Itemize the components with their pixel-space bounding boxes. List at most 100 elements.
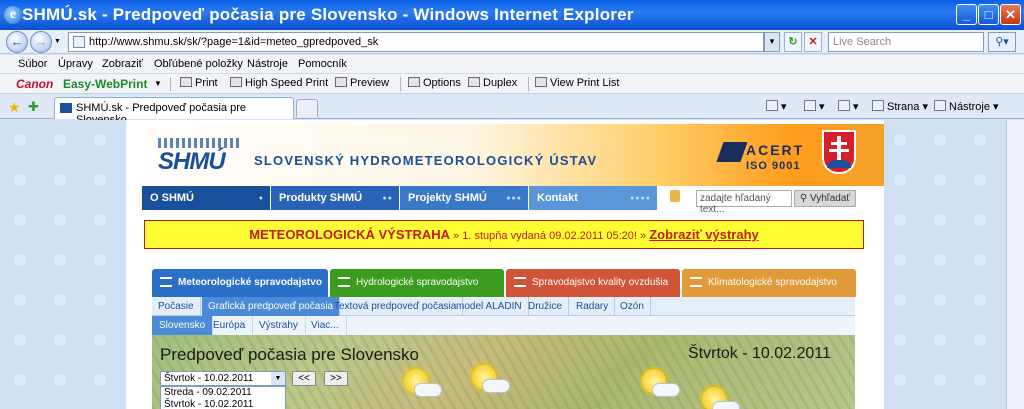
tab-klimatologicke[interactable]: Klimatologické spravodajstvo bbox=[682, 269, 856, 297]
subnav-region: Slovensko Európa Výstrahy Viac... bbox=[152, 316, 855, 335]
subnav-aladin[interactable]: model ALADIN bbox=[450, 297, 529, 316]
nav-o-shmu[interactable]: O SHMÚ ● bbox=[142, 186, 270, 210]
subnav-pocasie[interactable]: Počasie bbox=[152, 297, 201, 316]
region-europa[interactable]: Európa bbox=[206, 316, 254, 335]
tab-kvalita-ovzdusia[interactable]: Spravodajstvo kvality ovzdušia bbox=[506, 269, 680, 297]
new-tab-button[interactable] bbox=[296, 99, 318, 117]
preview-button[interactable]: Preview bbox=[335, 77, 389, 89]
factory-icon bbox=[514, 277, 526, 287]
partly-cloudy-icon bbox=[400, 367, 442, 401]
live-search-input[interactable]: Live Search bbox=[828, 32, 984, 52]
partly-cloudy-icon bbox=[468, 363, 510, 397]
url-input[interactable]: http://www.shmu.sk/sk/?page=1&id=meteo_g… bbox=[68, 32, 764, 52]
lock-icon bbox=[670, 190, 680, 202]
tab-shmu[interactable]: SHMÚ.sk - Predpoveď počasia pre Slovensk… bbox=[54, 97, 294, 126]
subnav-graficka[interactable]: Grafická predpoveď počasia bbox=[202, 297, 341, 316]
next-day-button[interactable]: >> bbox=[324, 371, 348, 386]
day-options-list: Streda - 09.02.2011 Štvrtok - 10.02.2011 bbox=[160, 386, 286, 409]
duplex-button[interactable]: Duplex bbox=[468, 77, 517, 89]
home-icon[interactable]: ▾ bbox=[766, 100, 787, 113]
waves-icon bbox=[338, 277, 350, 287]
chevron-down-icon[interactable]: ▼ bbox=[271, 372, 285, 385]
favorites-star-icon[interactable]: ★ bbox=[8, 99, 21, 116]
menu-pomocnik[interactable]: Pomocník bbox=[298, 58, 347, 70]
nav-produkty[interactable]: Produkty SHMÚ ●● bbox=[271, 186, 399, 210]
map-date: Štvrtok - 10.02.2011 bbox=[688, 345, 831, 362]
partly-cloudy-icon bbox=[638, 367, 680, 401]
add-favorites-icon[interactable]: ✚ bbox=[28, 99, 39, 115]
warning-title: METEOROLOGICKÁ VÝSTRAHA bbox=[249, 227, 451, 242]
duplex-icon bbox=[468, 77, 480, 87]
vertical-scrollbar[interactable] bbox=[1006, 120, 1024, 409]
high-speed-print-button[interactable]: High Speed Print bbox=[230, 77, 328, 89]
easy-webprint-menu[interactable]: Easy-WebPrint bbox=[63, 77, 147, 91]
history-dropdown-icon[interactable]: ▼ bbox=[54, 38, 61, 45]
acert-logo: ACERT ISO 9001 bbox=[716, 140, 812, 178]
list-icon bbox=[535, 77, 547, 87]
search-icon[interactable]: ⚲▾ bbox=[988, 32, 1016, 52]
prev-day-button[interactable]: << bbox=[292, 371, 316, 386]
stop-icon[interactable]: ✕ bbox=[804, 32, 822, 52]
toolbar-separator bbox=[400, 77, 401, 91]
back-button[interactable]: ← bbox=[6, 31, 28, 53]
refresh-icon[interactable]: ↻ bbox=[784, 32, 802, 52]
chevron-down-icon[interactable]: ▼ bbox=[154, 79, 162, 88]
url-text: http://www.shmu.sk/sk/?page=1&id=meteo_g… bbox=[89, 36, 379, 48]
subnav: Počasie Grafická predpoveď počasia Texto… bbox=[152, 297, 855, 316]
tools-menu[interactable]: Nástroje ▾ bbox=[934, 100, 999, 113]
forward-button[interactable]: → bbox=[30, 31, 52, 53]
toolbar-separator bbox=[528, 77, 529, 91]
site-header: SHMÚ SLOVENSKÝ HYDROMETEOROLOGICKÝ ÚSTAV… bbox=[126, 124, 884, 186]
nav-projekty[interactable]: Projekty SHMÚ ●●● bbox=[400, 186, 528, 210]
subnav-druzice[interactable]: Družice bbox=[522, 297, 569, 316]
printer-icon bbox=[180, 77, 192, 87]
map-title: Predpoveď počasia pre Slovensko bbox=[160, 345, 419, 364]
page-menu[interactable]: Strana ▾ bbox=[872, 100, 928, 113]
window-title: SHMÚ.sk - Predpoveď počasia pre Slovensk… bbox=[22, 5, 634, 24]
favicon-icon bbox=[60, 103, 72, 113]
day-select[interactable]: Štvrtok - 10.02.2011 ▼ bbox=[160, 371, 286, 386]
region-slovensko[interactable]: Slovensko bbox=[152, 316, 214, 335]
view-print-list-button[interactable]: View Print List bbox=[535, 77, 620, 89]
weather-warning-banner: METEOROLOGICKÁ VÝSTRAHA » 1. stupňa vyda… bbox=[144, 220, 864, 249]
preview-icon bbox=[335, 77, 347, 87]
site-search-input[interactable]: zadajte hľadaný text... bbox=[696, 190, 792, 215]
day-option[interactable]: Streda - 09.02.2011 bbox=[161, 387, 285, 399]
subnav-radary[interactable]: Radary bbox=[570, 297, 616, 316]
feeds-icon[interactable]: ▾ bbox=[804, 100, 825, 113]
region-viac[interactable]: Viac... bbox=[304, 316, 347, 335]
tab-hydrologicke[interactable]: Hydrologické spravodajstvo bbox=[330, 269, 504, 297]
shmu-logo[interactable]: SHMÚ bbox=[158, 138, 242, 175]
tab-meteorologicke[interactable]: Meteorologické spravodajstvo bbox=[152, 269, 328, 297]
print-button[interactable]: Print bbox=[180, 77, 218, 89]
menu-bar: Súbor Úpravy Zobraziť Obľúbené položky N… bbox=[0, 55, 1024, 74]
region-vystrahy[interactable]: Výstrahy bbox=[252, 316, 306, 335]
toolbar-separator bbox=[170, 77, 171, 91]
day-option[interactable]: Štvrtok - 10.02.2011 bbox=[161, 399, 285, 409]
url-dropdown-icon[interactable]: ▼ bbox=[764, 32, 780, 52]
menu-oblubene[interactable]: Obľúbené položky bbox=[154, 58, 243, 70]
page-icon bbox=[73, 36, 85, 48]
options-button[interactable]: Options bbox=[408, 77, 461, 89]
menu-upravy[interactable]: Úpravy bbox=[58, 58, 93, 70]
ie-logo-icon: e bbox=[4, 6, 22, 24]
site-search-button[interactable]: ⚲ Vyhľadať bbox=[794, 190, 856, 207]
close-button[interactable]: ✕ bbox=[1000, 4, 1021, 25]
sun-icon bbox=[160, 277, 172, 287]
site-title: SLOVENSKÝ HYDROMETEOROLOGICKÝ ÚSTAV bbox=[254, 153, 598, 168]
minimize-button[interactable]: _ bbox=[956, 4, 977, 25]
menu-nastroje[interactable]: Nástroje bbox=[247, 58, 288, 70]
menu-subor[interactable]: Súbor bbox=[18, 58, 47, 70]
address-bar: ← → ▼ http://www.shmu.sk/sk/?page=1&id=m… bbox=[0, 30, 1024, 54]
menu-zobrazit[interactable]: Zobraziť bbox=[102, 58, 143, 70]
canon-logo: Canon bbox=[16, 77, 54, 91]
nav-kontakt[interactable]: Kontakt ●●●● bbox=[529, 186, 657, 210]
site-content: SHMÚ SLOVENSKÝ HYDROMETEOROLOGICKÝ ÚSTAV… bbox=[126, 120, 884, 409]
print-icon[interactable]: ▾ bbox=[838, 100, 859, 113]
subnav-textova[interactable]: Textová predpoveď počasia bbox=[328, 297, 464, 316]
show-warnings-link[interactable]: Zobraziť výstrahy bbox=[649, 227, 759, 242]
subnav-ozon[interactable]: Ozón bbox=[614, 297, 651, 316]
options-icon bbox=[408, 77, 420, 87]
slovak-coat-of-arms-icon bbox=[822, 130, 856, 174]
maximize-button[interactable]: □ bbox=[978, 4, 999, 25]
